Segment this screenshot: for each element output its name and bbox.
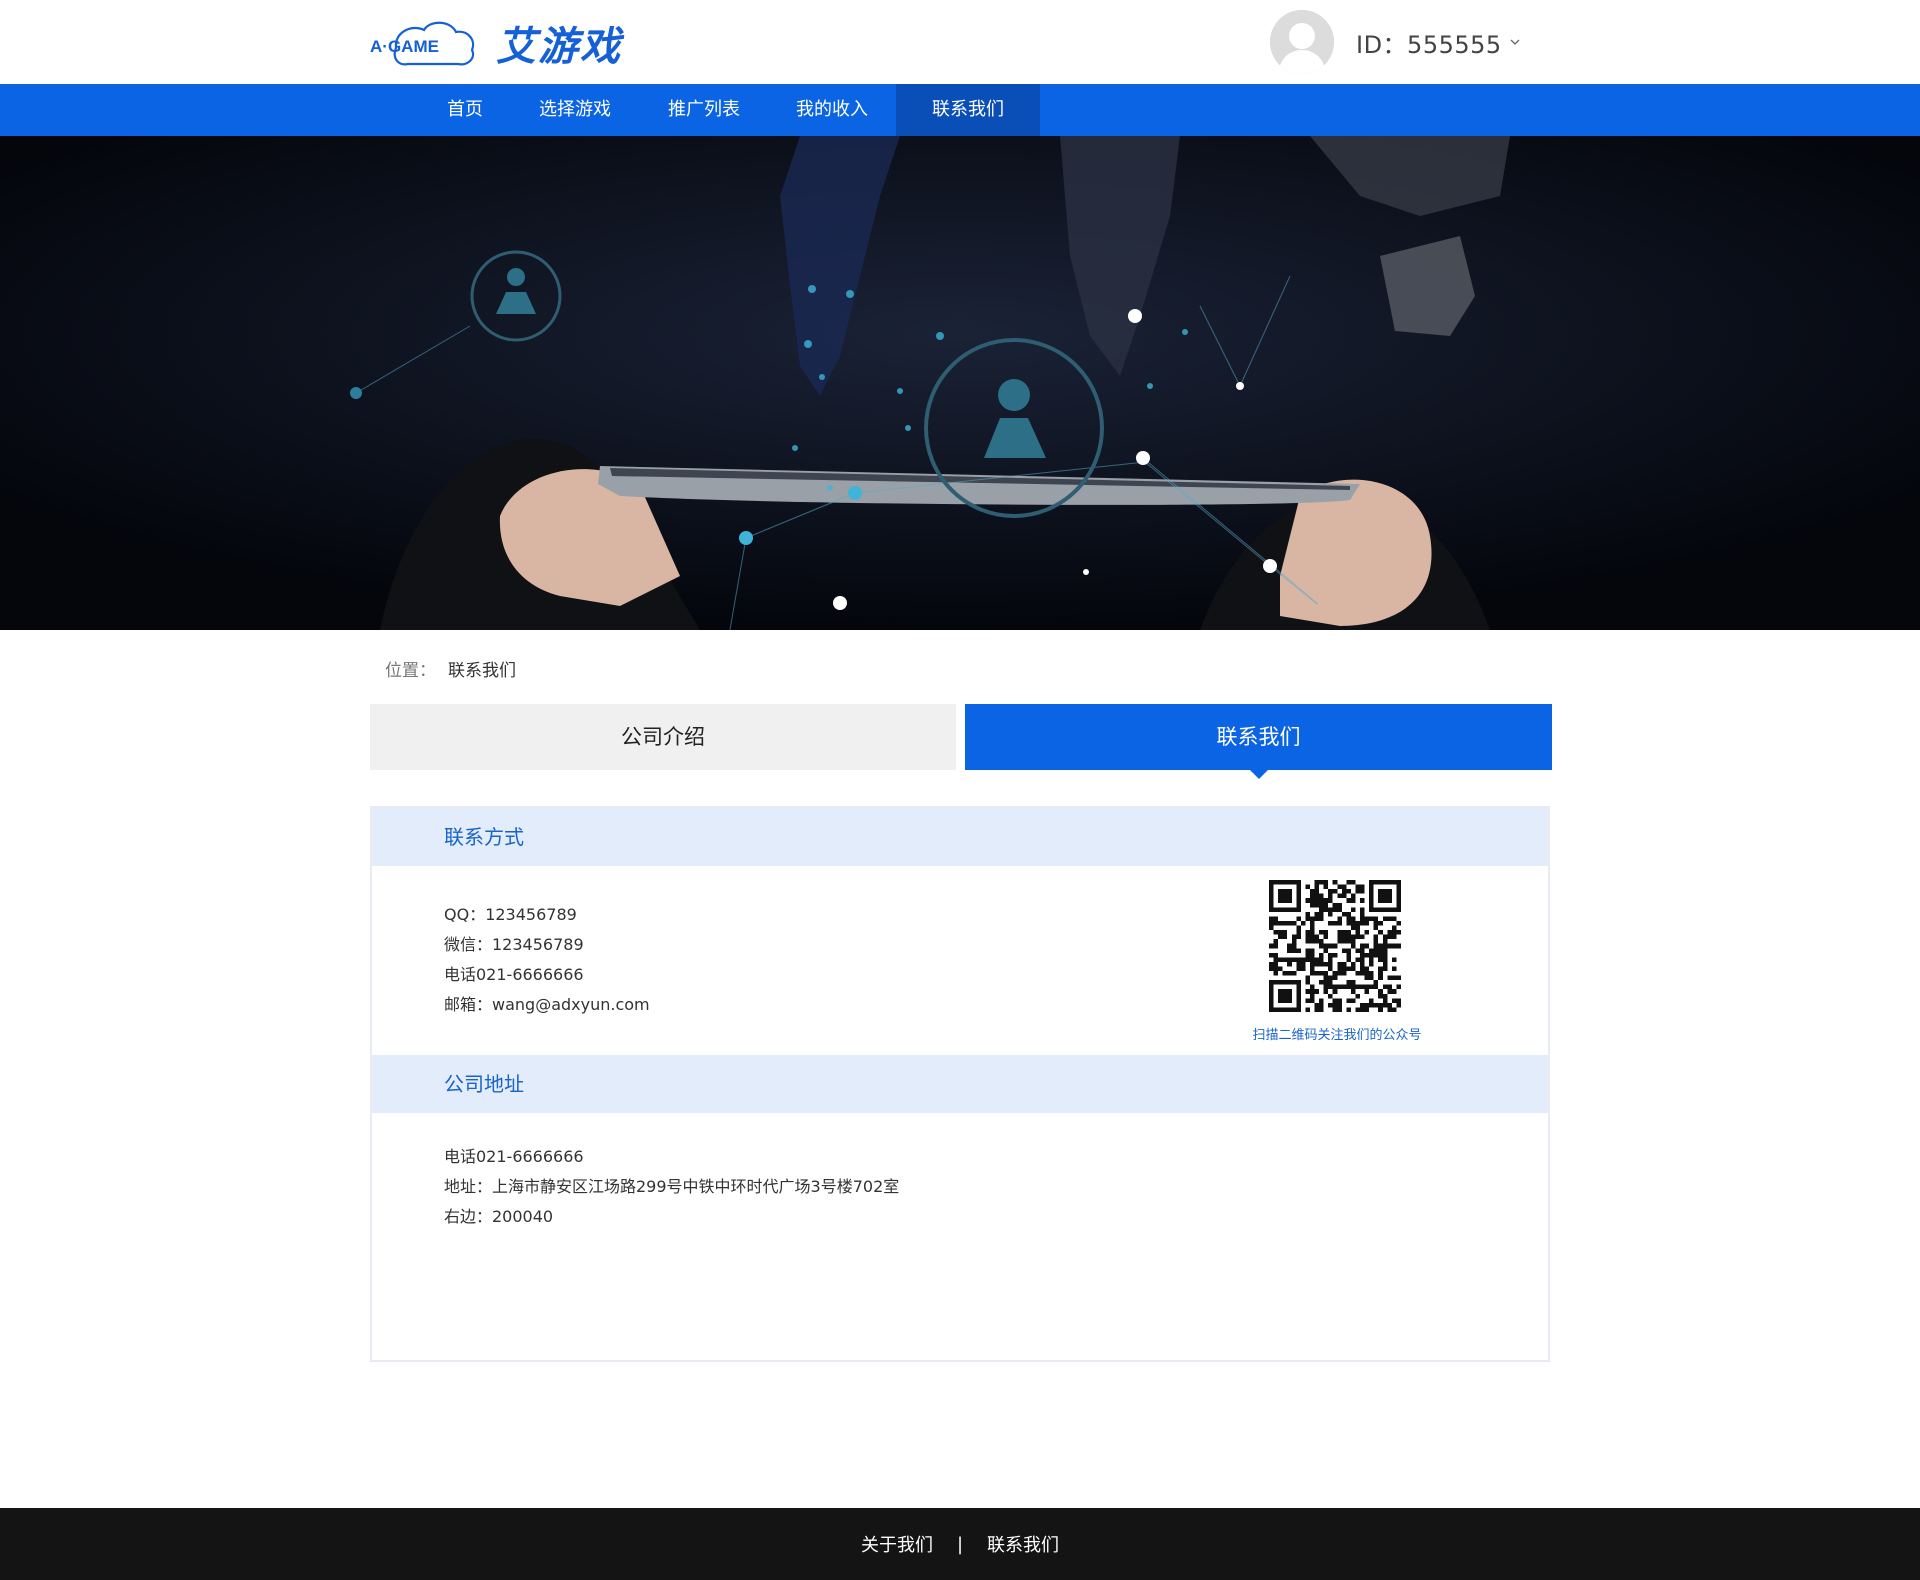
contact-section-header: 联系方式	[372, 808, 1548, 866]
contact-qq: QQ：123456789	[444, 905, 577, 924]
contact-email[interactable]: 邮箱：wang@adxyun.com	[444, 990, 650, 1020]
site-header: A·GAME 艾游戏 ID：555555	[0, 0, 1920, 84]
contact-wechat: 微信：123456789	[444, 935, 584, 954]
nav-item-2[interactable]: 推广列表	[640, 84, 768, 136]
user-menu[interactable]: ID：555555	[1270, 10, 1520, 74]
address-phone: 电话021-6666666	[444, 1147, 584, 1166]
address-postcode: 右边：200040	[444, 1207, 554, 1226]
contact-section-title: 联系方式	[444, 825, 524, 849]
site-logo[interactable]: A·GAME 艾游戏	[368, 14, 622, 72]
tab-contact-us[interactable]: 联系我们	[965, 704, 1552, 770]
footer-link-about[interactable]: 关于我们	[861, 1531, 933, 1557]
footer-link-contact[interactable]: 联系我们	[987, 1531, 1059, 1557]
svg-text:A·GAME: A·GAME	[370, 37, 439, 56]
nav-item-1[interactable]: 选择游戏	[510, 84, 640, 136]
footer-links: 关于我们 | 联系我们	[0, 1508, 1920, 1580]
brand-name: 艾游戏	[496, 23, 622, 70]
nav-item-4[interactable]: 联系我们	[896, 84, 1040, 136]
contact-phone: 电话021-6666666	[444, 965, 584, 984]
nav-item-0[interactable]: 首页	[420, 84, 510, 136]
banner-image	[0, 136, 1920, 630]
qr-code-icon	[1269, 880, 1401, 1012]
active-tab-pointer	[1250, 770, 1268, 779]
address-info: 电话021-6666666 地址：上海市静安区江场路299号中铁中环时代广场3号…	[444, 1142, 899, 1232]
address-section-header: 公司地址	[372, 1055, 1548, 1113]
hero-banner	[0, 136, 1920, 630]
content-panel: 联系方式 QQ：123456789 微信：123456789 电话021-666…	[370, 806, 1550, 1362]
breadcrumb-prefix: 位置：	[385, 661, 436, 681]
footer-separator: |	[956, 1533, 964, 1555]
address-section-title: 公司地址	[444, 1072, 524, 1096]
chevron-down-icon[interactable]	[1510, 37, 1520, 47]
user-silhouette-icon	[1270, 10, 1334, 74]
breadcrumb: 位置： 联系我们	[385, 656, 516, 681]
breadcrumb-current[interactable]: 联系我们	[448, 661, 516, 681]
nav-item-3[interactable]: 我的收入	[768, 84, 896, 136]
user-id: ID：555555	[1356, 30, 1502, 59]
tab-company-intro[interactable]: 公司介绍	[370, 704, 956, 770]
nav-items: 首页 选择游戏 推广列表 我的收入 联系我们	[420, 84, 1040, 136]
site-footer: 关于我们 | 联系我们	[0, 1508, 1920, 1580]
agame-logo-icon: A·GAME	[370, 21, 475, 66]
main-nav: 首页 选择游戏 推广列表 我的收入 联系我们	[0, 84, 1920, 136]
address-street: 地址：上海市静安区江场路299号中铁中环时代广场3号楼702室	[444, 1177, 900, 1196]
avatar[interactable]	[1270, 10, 1334, 74]
contact-info: QQ：123456789 微信：123456789 电话021-6666666 …	[444, 900, 650, 1020]
qr-caption: 扫描二维码关注我们的公众号	[1252, 1028, 1422, 1043]
